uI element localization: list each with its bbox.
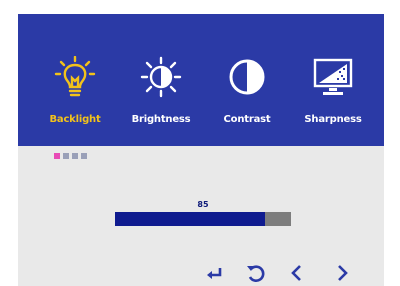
monitor-sharpness-icon: [313, 58, 353, 95]
page-indicator-dot: [72, 153, 78, 159]
page-indicator: [54, 153, 87, 159]
tab-label: Brightness: [131, 114, 191, 125]
tab-brightness[interactable]: Brightness: [118, 56, 204, 142]
page-indicator-dot: [81, 153, 87, 159]
tab-label: Backlight: [49, 114, 101, 125]
slider-value: 85: [197, 200, 209, 209]
backlight-slider[interactable]: 85: [115, 200, 291, 226]
enter-icon: [207, 268, 222, 279]
osd-screen: Backlight Brightness Contrast Sharpness …: [18, 14, 384, 286]
left-arrow-button[interactable]: [286, 262, 308, 284]
page-indicator-dot: [63, 153, 69, 159]
reset-icon: [247, 265, 265, 282]
page-indicator-dot: [54, 153, 60, 159]
tab-label: Contrast: [223, 114, 271, 125]
tab-sharpness[interactable]: Sharpness: [290, 56, 376, 142]
menu-bar: Backlight Brightness Contrast Sharpness: [18, 14, 384, 146]
reset-button[interactable]: [245, 262, 267, 284]
enter-button[interactable]: [205, 262, 227, 284]
sun-icon: [140, 56, 182, 98]
slider-fill: [115, 212, 265, 226]
tab-label: Sharpness: [304, 114, 362, 125]
tab-backlight[interactable]: Backlight: [32, 56, 118, 142]
tab-contrast[interactable]: Contrast: [204, 56, 290, 142]
lightbulb-icon: [54, 56, 96, 97]
right-arrow-button[interactable]: [331, 262, 353, 284]
left-arrow-icon: [291, 265, 301, 281]
right-arrow-icon: [338, 265, 348, 281]
contrast-icon: [229, 59, 265, 95]
